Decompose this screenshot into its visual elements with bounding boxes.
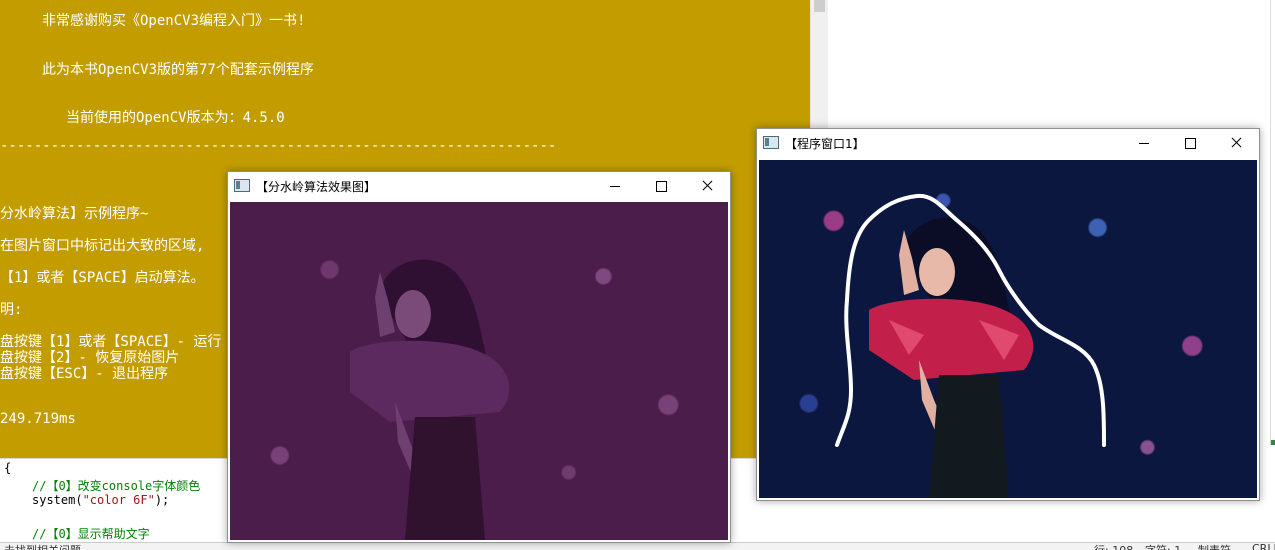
console-line-help: 明: — [0, 302, 23, 318]
code-string: "color 6F" — [82, 493, 155, 507]
maximize-button[interactable] — [1167, 129, 1213, 157]
code-fn: system( — [32, 493, 83, 507]
program-window-title: 【程序窗口1】 — [785, 137, 865, 151]
watershed-titlebar[interactable]: 【分水岭算法效果图】 — [228, 172, 730, 200]
edge-marker — [1271, 440, 1275, 445]
window-app-icon — [763, 136, 779, 149]
watershed-figure — [350, 259, 510, 540]
code-brace: { — [4, 461, 12, 475]
maximize-icon — [656, 181, 667, 192]
console-line-thanks: 非常感谢购买《OpenCV3编程入门》一书! — [42, 13, 306, 29]
code-comment-color: //【0】改变console字体颜色 — [32, 479, 201, 493]
program-figure — [835, 193, 1106, 498]
watershed-image[interactable] — [230, 202, 728, 540]
program-image-canvas[interactable] — [759, 160, 1257, 498]
code-comment-help: //【0】显示帮助文字 — [32, 527, 150, 541]
code-end: ); — [154, 493, 170, 507]
code-system-call: system("color 6F"); — [32, 493, 169, 507]
maximize-button[interactable] — [638, 172, 684, 200]
console-line-version: 当前使用的OpenCV版本为：4.5.0 — [66, 110, 285, 126]
console-line-start: 【1】或者【SPACE】启动算法。 — [0, 270, 205, 286]
maximize-icon — [1185, 138, 1196, 149]
close-button[interactable] — [684, 172, 730, 200]
minimize-button[interactable] — [1121, 129, 1167, 157]
console-line-key-esc: 盘按键【ESC】- 退出程序 — [0, 366, 169, 382]
minimize-button[interactable] — [592, 172, 638, 200]
minimize-icon — [610, 186, 620, 187]
watershed-window-title: 【分水岭算法效果图】 — [256, 180, 377, 194]
console-line-title: 分水岭算法】示例程序~ — [0, 206, 149, 222]
console-line-sample: 此为本书OpenCV3版的第77个配套示例程序 — [42, 62, 314, 78]
close-button[interactable] — [1213, 129, 1259, 157]
console-line-mark: 在图片窗口中标记出大致的区域, — [0, 238, 205, 254]
watershed-result-window[interactable]: 【分水岭算法效果图】 — [227, 171, 731, 543]
console-scrollbar-thumb[interactable] — [814, 0, 825, 12]
console-line-time: 249.719ms — [0, 411, 76, 427]
program-window[interactable]: 【程序窗口1】 — [756, 128, 1260, 501]
desktop-right-edge — [1270, 0, 1275, 445]
window-app-icon — [234, 179, 250, 192]
console-line-divider: ----------------------------------------… — [0, 138, 557, 154]
minimize-icon — [1139, 143, 1149, 144]
program-titlebar[interactable]: 【程序窗口1】 — [757, 129, 1259, 157]
